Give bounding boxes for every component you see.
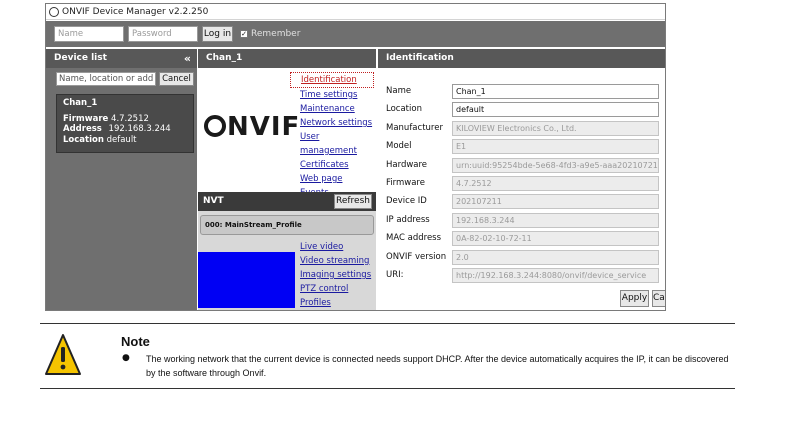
nvt-link-ptz-control[interactable]: PTZ control <box>300 282 371 296</box>
ip-address-label: IP address <box>386 214 430 225</box>
device-link-network-settings[interactable]: Network settings <box>290 116 374 130</box>
onvif-app-window: ONVIF Device Manager v2.2.250 Log in ✓ R… <box>45 3 666 311</box>
search-cancel-button[interactable]: Cancel <box>159 72 194 86</box>
onvif-version-field[interactable]: 2.0 <box>452 249 659 265</box>
uri-field[interactable]: http://192.168.3.244:8080/onvif/device_s… <box>452 268 659 283</box>
device-link-web-page[interactable]: Web page <box>290 172 374 186</box>
device-id-label: Device ID <box>386 196 427 207</box>
device-link-time-settings[interactable]: Time settings <box>290 88 374 102</box>
cancel-button[interactable]: Cancel <box>652 290 665 307</box>
name-input[interactable] <box>54 26 124 42</box>
bullet-icon: ● <box>122 353 130 363</box>
hardware-label: Hardware <box>386 159 428 170</box>
device-list-panel: Cancel Chan_1 Firmware 4.7.2512 Address … <box>46 68 197 310</box>
uri-label: URI: <box>386 270 404 280</box>
name-field[interactable]: Chan_1 <box>452 84 659 99</box>
hardware-field[interactable]: urn:uuid:95254bde-5e68-4fd3-a9e5-aaa2021… <box>452 157 659 173</box>
remember-checkbox[interactable]: ✓ <box>240 30 248 38</box>
address-label: Address <box>63 124 102 134</box>
logo-ring-icon <box>204 115 226 137</box>
login-button[interactable]: Log in <box>202 26 233 42</box>
device-links: Identification Time settings Maintenance Ne… <box>290 72 374 200</box>
nvt-link-video-streaming[interactable]: Video streaming <box>300 254 371 268</box>
video-preview[interactable] <box>198 252 295 308</box>
device-card[interactable]: Chan_1 Firmware 4.7.2512 Address 192.168… <box>56 94 194 153</box>
note-title: Note <box>121 334 150 349</box>
device-location: default <box>106 134 137 145</box>
device-firmware: 4.7.2512 <box>111 113 149 124</box>
device-panel: NVIF Identification Time settings Maintena… <box>198 68 376 310</box>
warning-icon <box>45 334 81 375</box>
identification-header: Identification <box>378 49 665 68</box>
note-text: The working network that the current dev… <box>146 354 729 378</box>
device-link-maintenance[interactable]: Maintenance <box>290 102 374 116</box>
device-link-user-management[interactable]: User management <box>290 130 374 158</box>
device-search-input[interactable] <box>56 72 156 86</box>
nvt-link-live-video[interactable]: Live video <box>300 240 371 254</box>
nvt-link-imaging-settings[interactable]: Imaging settings <box>300 268 371 282</box>
refresh-button[interactable]: Refresh <box>334 194 372 209</box>
firmware-field[interactable]: 4.7.2512 <box>452 176 659 191</box>
note-top-rule <box>40 323 735 324</box>
password-input[interactable] <box>128 26 198 42</box>
device-list-title: Device list <box>54 53 107 63</box>
location-label: Location <box>386 104 422 115</box>
title-bar: ONVIF Device Manager v2.2.250 <box>46 4 665 20</box>
apply-button[interactable]: Apply <box>620 290 649 307</box>
name-label: Name <box>386 86 412 96</box>
model-field[interactable]: E1 <box>452 139 659 155</box>
window-title: ONVIF Device Manager v2.2.250 <box>62 7 209 17</box>
nvt-link-profiles[interactable]: Profiles <box>300 296 371 310</box>
device-link-certificates[interactable]: Certificates <box>290 158 374 172</box>
mac-address-label: MAC address <box>386 233 442 244</box>
location-label: Location <box>63 134 104 145</box>
firmware-label: Firmware <box>63 113 109 124</box>
ip-address-field[interactable]: 192.168.3.244 <box>452 212 659 228</box>
mac-address-field[interactable]: 0A-82-02-10-72-11 <box>452 231 659 247</box>
onvif-logo: NVIF <box>204 112 300 142</box>
firmware-label: Firmware <box>386 178 425 188</box>
remember-label: Remember <box>251 29 301 39</box>
collapse-icon[interactable]: « <box>184 49 191 68</box>
onvif-version-label: ONVIF version <box>386 251 447 262</box>
device-panel-header: Chan_1 <box>198 49 376 68</box>
device-list-header: Device list « <box>46 49 197 68</box>
app-logo-icon <box>49 7 59 17</box>
login-bar: Log in ✓ Remember <box>46 21 665 47</box>
model-label: Model <box>386 141 412 152</box>
note-bottom-rule <box>40 388 735 389</box>
device-name: Chan_1 <box>63 98 98 108</box>
manufacturer-label: Manufacturer <box>386 122 443 133</box>
manufacturer-field[interactable]: KILOVIEW Electronics Co., Ltd. <box>452 120 659 136</box>
location-field[interactable]: default <box>452 102 659 118</box>
profile-item[interactable]: 000: MainStream_Profile <box>200 215 374 235</box>
nvt-links: Live video Video streaming Imaging setting… <box>300 240 371 310</box>
nvt-panel: 000: MainStream_Profile Live video Video … <box>198 211 376 310</box>
device-link-identification[interactable]: Identification <box>290 72 374 88</box>
device-id-field[interactable]: 202107211 <box>452 194 659 210</box>
device-address: 192.168.3.244 <box>108 124 171 134</box>
identification-panel: Apply Cancel Name Chan_1 Location default Ma… <box>378 68 665 310</box>
